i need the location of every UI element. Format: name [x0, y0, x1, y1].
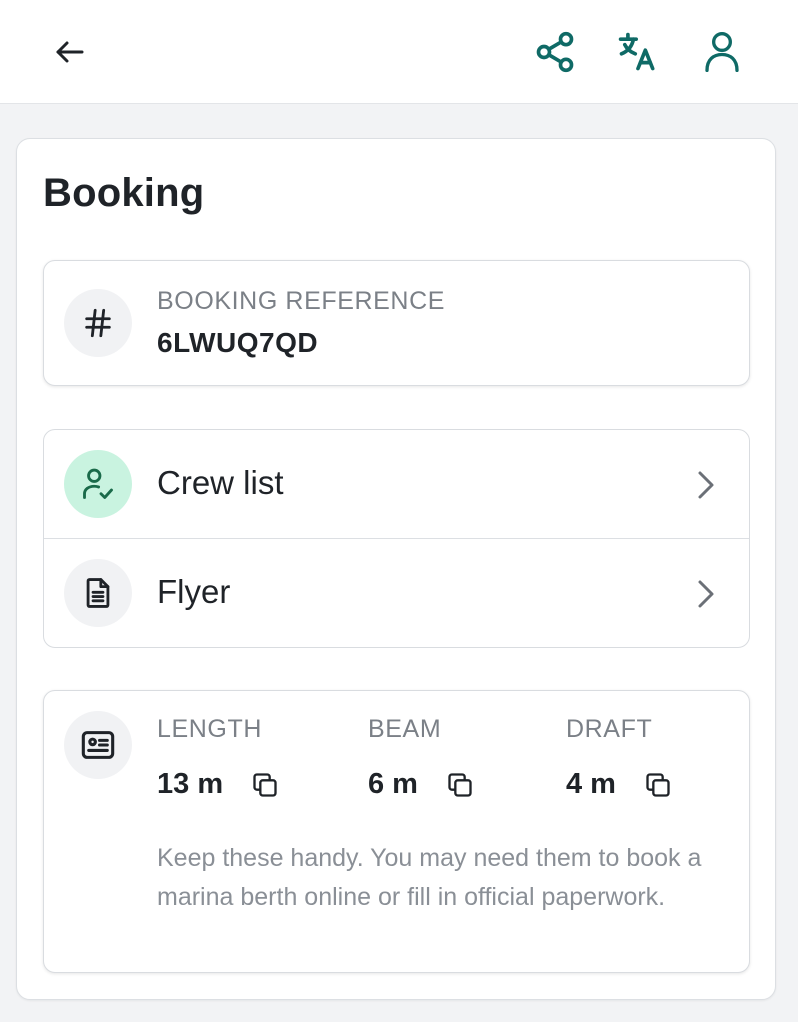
copy-icon	[253, 772, 277, 797]
share-button[interactable]	[527, 24, 583, 80]
beam-value: 6 m	[368, 768, 418, 800]
chevron-right-icon	[698, 580, 714, 608]
copy-beam-button[interactable]	[446, 771, 474, 799]
flyer-icon-circle	[64, 559, 132, 627]
draft-label: DRAFT	[566, 715, 653, 743]
top-bar	[0, 0, 798, 104]
page-title: Booking	[43, 171, 205, 215]
booking-reference-label: BOOKING REFERENCE	[157, 287, 446, 315]
back-button[interactable]	[42, 24, 98, 80]
profile-button[interactable]	[694, 24, 750, 80]
hash-icon	[85, 308, 111, 338]
id-card-icon	[81, 731, 115, 759]
boat-dimensions-card: LENGTH 13 m BEAM 6 m DRAFT 4 m Keep thes…	[43, 690, 750, 973]
dimensions-hint: Keep these handy. You may need them to b…	[157, 844, 702, 911]
document-icon	[86, 578, 110, 608]
translate-button[interactable]	[610, 24, 666, 80]
copy-draft-button[interactable]	[644, 771, 672, 799]
user-check-icon	[83, 468, 113, 499]
length-value: 13 m	[157, 768, 224, 800]
flyer-item[interactable]: Flyer	[44, 539, 749, 648]
arrow-left-icon	[56, 41, 84, 63]
hash-icon-circle	[64, 289, 132, 357]
crew-list-icon-circle	[64, 450, 132, 518]
length-label: LENGTH	[157, 715, 263, 743]
dimension-draft: DRAFT 4 m	[566, 715, 672, 801]
translate-icon	[618, 32, 655, 71]
beam-label: BEAM	[368, 715, 442, 743]
crew-list-label: Crew list	[157, 464, 284, 501]
copy-icon	[448, 772, 472, 797]
dimension-beam: BEAM 6 m	[368, 715, 474, 801]
flyer-label: Flyer	[157, 573, 231, 610]
crew-list-item[interactable]: Crew list	[44, 430, 749, 539]
booking-links-list: Crew list Flyer	[43, 429, 750, 648]
share-icon	[536, 31, 574, 73]
draft-value: 4 m	[566, 768, 616, 800]
dimension-length: LENGTH 13 m	[157, 715, 279, 801]
booking-reference-card: BOOKING REFERENCE 6LWUQ7QD	[43, 260, 750, 386]
booking-reference-value: 6LWUQ7QD	[157, 327, 319, 358]
booking-card: Booking BOOKING REFERENCE 6LWUQ7QD Crew …	[16, 138, 776, 1000]
copy-icon	[646, 772, 670, 797]
chevron-right-icon	[698, 471, 714, 499]
user-icon	[705, 32, 739, 72]
copy-length-button[interactable]	[251, 771, 279, 799]
id-card-icon-circle	[64, 711, 132, 779]
